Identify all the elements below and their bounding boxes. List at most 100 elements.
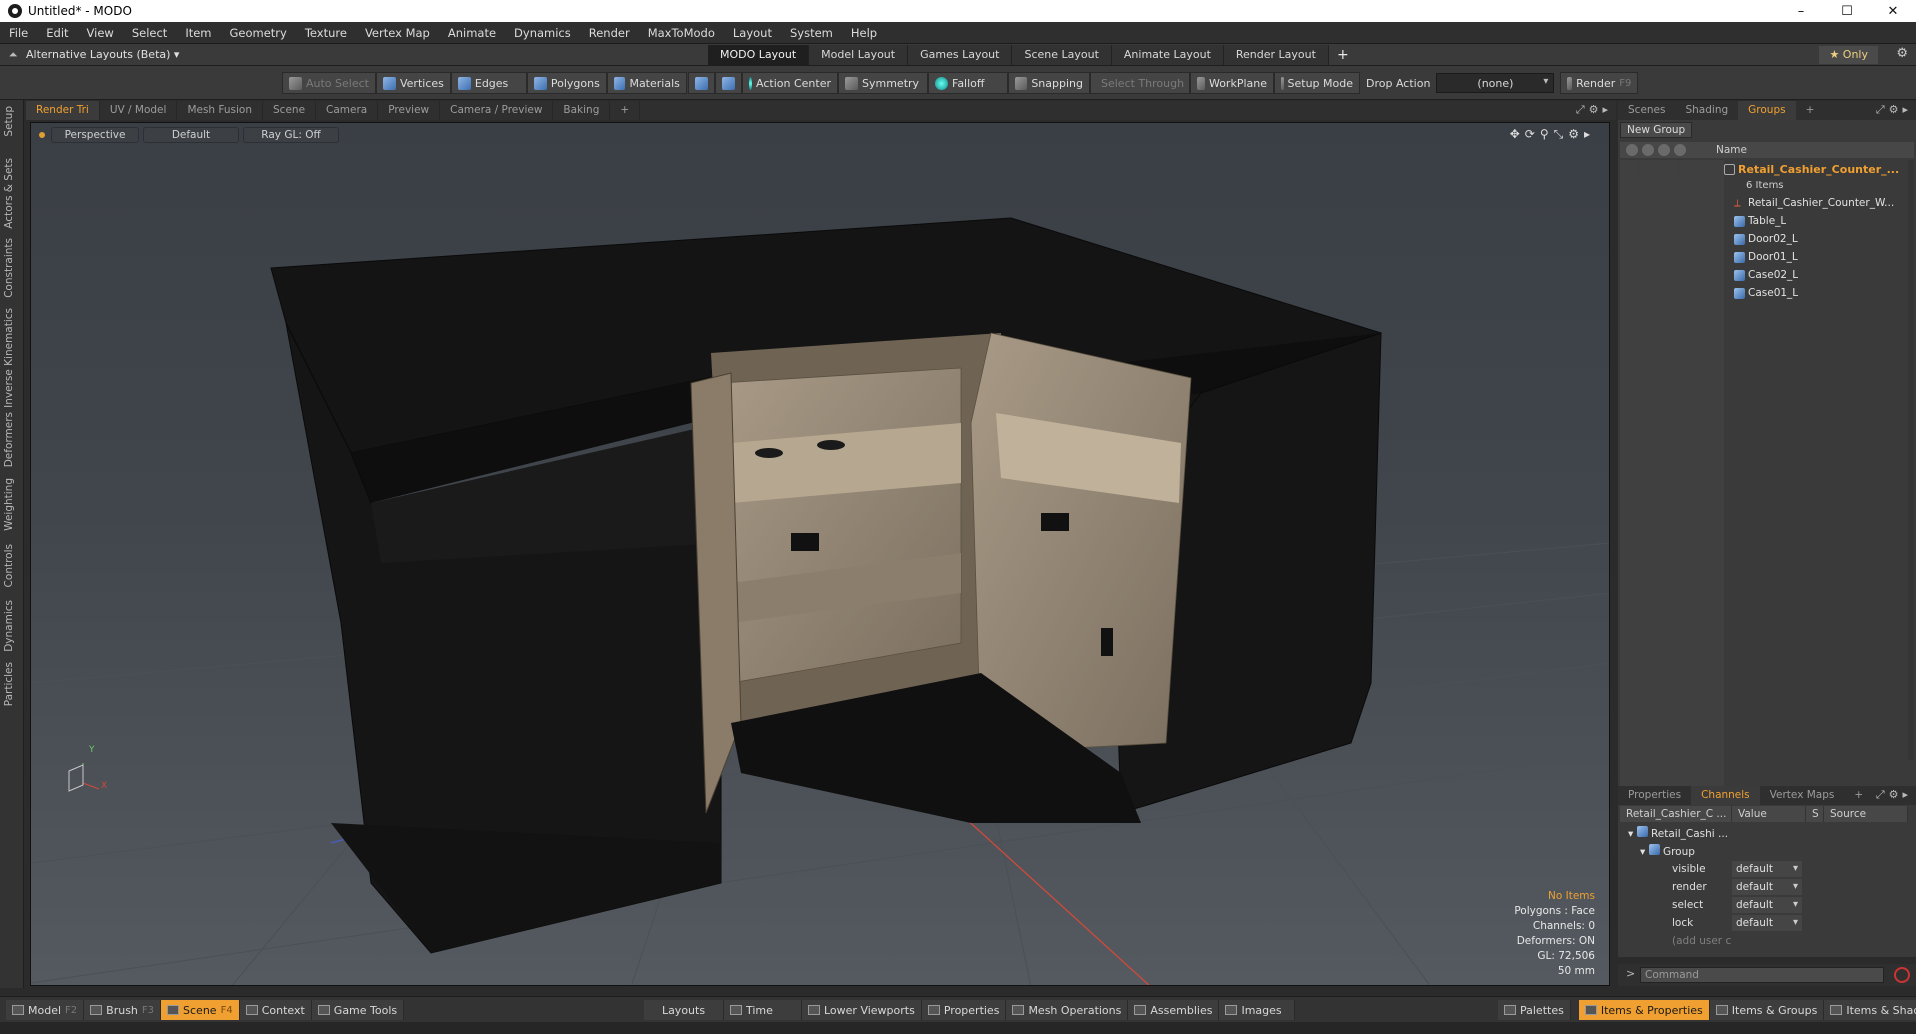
menu-help[interactable]: Help bbox=[842, 22, 886, 44]
menu-dynamics[interactable]: Dynamics bbox=[505, 22, 580, 44]
menu-system[interactable]: System bbox=[781, 22, 842, 44]
vtab-weighting[interactable]: Weighting bbox=[3, 478, 15, 531]
vtab-inverse-kinematics[interactable]: Inverse Kinematics bbox=[3, 308, 15, 408]
perspective-dropdown[interactable]: Perspective bbox=[51, 127, 139, 143]
menu-geometry[interactable]: Geometry bbox=[221, 22, 296, 44]
alternative-layouts-dropdown[interactable]: Alternative Layouts (Beta) ▾ bbox=[26, 48, 179, 61]
add-panel-tab-button[interactable]: + bbox=[1796, 101, 1825, 120]
setup-mode-button[interactable]: Setup Mode bbox=[1274, 72, 1360, 94]
maximize-button[interactable]: ☐ bbox=[1824, 0, 1870, 22]
scene-mode-button[interactable]: Scene F4 bbox=[161, 1000, 240, 1020]
group-child-row[interactable]: Door01_L bbox=[1620, 248, 1910, 266]
workplane-button[interactable]: WorkPlane bbox=[1190, 72, 1274, 94]
group-child-row[interactable]: Case01_L bbox=[1620, 284, 1910, 302]
render-button[interactable]: Render F9 bbox=[1560, 72, 1639, 94]
mesh-operations-button[interactable]: Mesh Operations bbox=[1006, 1000, 1129, 1020]
tab-baking[interactable]: Baking bbox=[553, 101, 611, 120]
3d-viewport[interactable]: Perspective Default Ray GL: Off ✥⟳⚲⤡⚙▸ Y… bbox=[30, 122, 1610, 986]
layout-collapse-icon[interactable]: ⏶ bbox=[0, 48, 26, 62]
vtab-actors-sets[interactable]: Actors & Sets bbox=[3, 158, 15, 229]
channel-row[interactable]: select default bbox=[1620, 896, 1908, 914]
add-properties-tab-button[interactable]: + bbox=[1844, 786, 1873, 805]
vtab-setup[interactable]: Setup bbox=[3, 106, 15, 137]
layouts-button[interactable]: Layouts bbox=[644, 1000, 724, 1020]
properties-panel-icons[interactable]: ⤢⚙▸ bbox=[1876, 788, 1912, 802]
new-group-button[interactable]: New Group bbox=[1620, 122, 1693, 138]
tab-scenes[interactable]: Scenes bbox=[1618, 101, 1675, 120]
falloff-button[interactable]: Falloff bbox=[928, 72, 1008, 94]
record-macro-icon[interactable] bbox=[1894, 967, 1910, 983]
tab-shading[interactable]: Shading bbox=[1675, 101, 1738, 120]
drop-action-select[interactable]: (none) bbox=[1436, 73, 1555, 93]
viewport-nav-icons[interactable]: ✥⟳⚲⤡⚙▸ bbox=[1510, 127, 1595, 142]
tab-preview[interactable]: Preview bbox=[378, 101, 441, 120]
render-toggle-icon[interactable] bbox=[1642, 144, 1654, 156]
menu-render[interactable]: Render bbox=[580, 22, 639, 44]
tab-modo-layout[interactable]: MODO Layout bbox=[708, 45, 810, 65]
items-groups-button[interactable]: Items & Groups bbox=[1709, 1000, 1825, 1020]
game-tools-button[interactable]: Game Tools bbox=[311, 1000, 405, 1020]
gear-icon[interactable]: ⚙ bbox=[1896, 46, 1908, 61]
eye-icon[interactable] bbox=[1626, 144, 1638, 156]
menu-item[interactable]: Item bbox=[176, 22, 220, 44]
viewport-panel-icons[interactable]: ⤢⚙▸ bbox=[1576, 103, 1612, 117]
vertices-button[interactable]: Vertices bbox=[375, 72, 451, 94]
assemblies-button[interactable]: Assemblies bbox=[1128, 1000, 1220, 1020]
menu-maxtomodo[interactable]: MaxToModo bbox=[639, 22, 724, 44]
group-child-row[interactable]: ⟂ Retail_Cashier_Counter_W... bbox=[1620, 194, 1910, 212]
center-icon[interactable] bbox=[715, 72, 742, 94]
menu-vertex-map[interactable]: Vertex Map bbox=[356, 22, 439, 44]
items-shading-button[interactable]: Items & Shading bbox=[1824, 1000, 1916, 1020]
channel-group-row[interactable]: ▾ Group bbox=[1620, 842, 1908, 860]
channel-item-row[interactable]: ▾ Retail_Cashi ... bbox=[1620, 824, 1908, 842]
channel-value-dropdown[interactable]: default bbox=[1732, 861, 1802, 877]
channel-value-dropdown[interactable]: default bbox=[1732, 879, 1802, 895]
vtab-controls[interactable]: Controls bbox=[3, 544, 15, 587]
tab-games-layout[interactable]: Games Layout bbox=[908, 45, 1013, 65]
group-child-row[interactable]: Door02_L bbox=[1620, 230, 1910, 248]
channel-row[interactable]: render default bbox=[1620, 878, 1908, 896]
tab-scene[interactable]: Scene bbox=[263, 101, 317, 120]
minimize-button[interactable]: – bbox=[1778, 0, 1824, 22]
add-layout-button[interactable]: + bbox=[1329, 44, 1357, 66]
menu-select[interactable]: Select bbox=[123, 22, 176, 44]
menu-texture[interactable]: Texture bbox=[296, 22, 356, 44]
materials-button[interactable]: Materials bbox=[606, 72, 687, 94]
context-button[interactable]: Context bbox=[239, 1000, 312, 1020]
command-input[interactable]: Command bbox=[1640, 967, 1884, 983]
select-through-button[interactable]: Select Through bbox=[1090, 72, 1190, 94]
pivot-icon[interactable] bbox=[688, 72, 715, 94]
channel-row[interactable]: lock default bbox=[1620, 914, 1908, 932]
vtab-constraints[interactable]: Constraints bbox=[3, 238, 15, 298]
action-center-button[interactable]: Action Center bbox=[742, 72, 838, 94]
add-user-channel-row[interactable]: (add user c... bbox=[1620, 932, 1908, 950]
tab-channels[interactable]: Channels bbox=[1691, 786, 1760, 805]
tab-camera-preview[interactable]: Camera / Preview bbox=[440, 101, 554, 120]
tab-uv-model[interactable]: UV / Model bbox=[100, 101, 178, 120]
add-viewport-tab-button[interactable]: + bbox=[610, 101, 641, 120]
channel-row[interactable]: visible default bbox=[1620, 860, 1908, 878]
vtab-particles[interactable]: Particles bbox=[3, 662, 15, 706]
menu-layout[interactable]: Layout bbox=[724, 22, 781, 44]
group-child-row[interactable]: Case02_L bbox=[1620, 266, 1910, 284]
channel-value-dropdown[interactable]: default bbox=[1732, 897, 1802, 913]
vtab-deformers[interactable]: Deformers bbox=[3, 412, 15, 467]
menu-file[interactable]: File bbox=[0, 22, 37, 44]
tab-mesh-fusion[interactable]: Mesh Fusion bbox=[177, 101, 264, 120]
select-toggle-icon[interactable] bbox=[1674, 144, 1686, 156]
tab-vertex-maps[interactable]: Vertex Maps bbox=[1760, 786, 1845, 805]
edges-button[interactable]: Edges bbox=[450, 72, 527, 94]
tab-render-layout[interactable]: Render Layout bbox=[1223, 45, 1329, 65]
items-properties-button[interactable]: Items & Properties bbox=[1578, 1000, 1710, 1020]
shading-dropdown[interactable]: Default bbox=[143, 127, 239, 143]
tab-model-layout[interactable]: Model Layout bbox=[809, 45, 909, 65]
symmetry-button[interactable]: Symmetry bbox=[838, 72, 928, 94]
snapping-button[interactable]: Snapping bbox=[1008, 72, 1090, 94]
menu-animate[interactable]: Animate bbox=[439, 22, 505, 44]
group-child-row[interactable]: Table_L bbox=[1620, 212, 1910, 230]
menu-edit[interactable]: Edit bbox=[37, 22, 77, 44]
tab-properties[interactable]: Properties bbox=[1618, 786, 1691, 805]
tab-render-tri[interactable]: Render Tri bbox=[26, 101, 100, 120]
channel-value-dropdown[interactable]: default bbox=[1732, 915, 1802, 931]
close-button[interactable]: ✕ bbox=[1870, 0, 1916, 22]
